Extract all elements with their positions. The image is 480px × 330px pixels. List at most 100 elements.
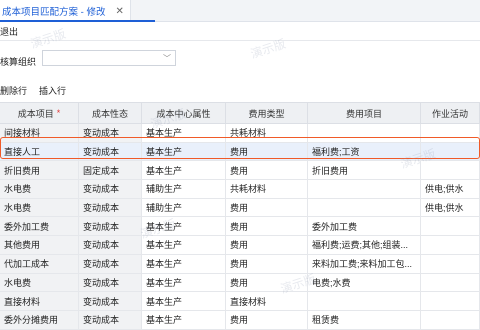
cell-activity[interactable] <box>421 310 480 329</box>
table-row[interactable]: 水电费 变动成本 基本生产 费用 电费;水费 <box>0 273 480 293</box>
cell-cost-center-attr[interactable]: 基本生产 <box>142 142 226 161</box>
cell-activity[interactable] <box>421 161 480 180</box>
cell-cost-item[interactable]: 水电费 <box>0 180 79 198</box>
watermark: 演示版 <box>248 36 288 62</box>
cell-cost-item[interactable]: 间接材料 <box>0 124 79 142</box>
cell-cost-behavior[interactable]: 变动成本 <box>79 180 142 198</box>
cell-cost-center-attr[interactable]: 基本生产 <box>142 161 226 180</box>
col-header-expense-item[interactable]: 费用项目 <box>308 103 421 123</box>
grid-header: 成本项目 * 成本性态 成本中心属性 费用类型 费用项目 作业活动 <box>0 102 480 124</box>
cell-cost-behavior[interactable]: 变动成本 <box>79 217 142 236</box>
cost-item-grid: 成本项目 * 成本性态 成本中心属性 费用类型 费用项目 作业活动 间接材料 变动成… <box>0 102 480 330</box>
cell-cost-behavior[interactable]: 变动成本 <box>79 310 142 329</box>
cell-cost-center-attr[interactable]: 基本生产 <box>142 292 226 310</box>
table-row[interactable]: 直接人工 变动成本 基本生产 费用 福利费;工资 <box>0 142 480 162</box>
cell-expense-type[interactable]: 共耗材料 <box>226 124 308 142</box>
cell-activity[interactable] <box>421 217 480 236</box>
table-row[interactable]: 水电费 变动成本 辅助生产 共耗材料 供电;供水 <box>0 180 480 199</box>
cell-cost-behavior[interactable]: 变动成本 <box>79 292 142 310</box>
cell-activity[interactable] <box>421 273 480 292</box>
cell-cost-center-attr[interactable]: 基本生产 <box>142 254 226 273</box>
cell-cost-item[interactable]: 委外加工费 <box>0 217 79 236</box>
insert-row-button[interactable]: 插入行 <box>39 84 66 97</box>
cell-expense-type[interactable]: 费用 <box>226 236 308 254</box>
exit-button[interactable]: 退出 <box>0 25 18 38</box>
table-row[interactable]: 直接材料 变动成本 基本生产 直接材料 <box>0 292 480 311</box>
cell-cost-center-attr[interactable]: 基本生产 <box>142 217 226 236</box>
cell-expense-type[interactable]: 费用 <box>226 217 308 236</box>
cell-cost-item[interactable]: 其他费用 <box>0 236 79 254</box>
cell-expense-item[interactable]: 福利费;工资 <box>308 142 421 161</box>
cell-expense-item[interactable] <box>308 292 421 310</box>
cell-cost-behavior[interactable]: 变动成本 <box>79 254 142 273</box>
cell-expense-item[interactable]: 来料加工费;来料加工包... <box>308 254 421 273</box>
cell-expense-item[interactable]: 委外加工费 <box>308 217 421 236</box>
watermark: 演示版 <box>28 26 68 52</box>
col-header-cost-item[interactable]: 成本项目 * <box>0 103 79 123</box>
row-actions: 删除行 插入行 <box>0 84 66 97</box>
cell-cost-center-attr[interactable]: 基本生产 <box>142 124 226 142</box>
cell-expense-item[interactable]: 福利费;运费;其他;组装... <box>308 236 421 254</box>
cell-cost-center-attr[interactable]: 基本生产 <box>142 273 226 292</box>
cell-cost-item[interactable]: 直接人工 <box>0 142 79 161</box>
cell-cost-item[interactable]: 代加工成本 <box>0 254 79 273</box>
table-row[interactable]: 委外分摊费用 变动成本 基本生产 费用 租赁费 <box>0 310 480 330</box>
org-label: 核算组织 <box>0 57 37 67</box>
cell-cost-center-attr[interactable]: 基本生产 <box>142 236 226 254</box>
cell-expense-type[interactable]: 共耗材料 <box>226 180 308 198</box>
cell-cost-behavior[interactable]: 变动成本 <box>79 142 142 161</box>
cell-activity[interactable] <box>421 292 480 310</box>
cell-cost-item[interactable]: 折旧费用 <box>0 161 79 180</box>
cell-expense-type[interactable]: 直接材料 <box>226 292 308 310</box>
cell-expense-item[interactable] <box>308 124 421 142</box>
cell-cost-item[interactable]: 直接材料 <box>0 292 79 310</box>
cell-cost-behavior[interactable]: 变动成本 <box>79 236 142 254</box>
delete-row-button[interactable]: 删除行 <box>0 84 27 97</box>
cell-cost-center-attr[interactable]: 辅助生产 <box>142 180 226 198</box>
cell-cost-behavior[interactable]: 变动成本 <box>79 273 142 292</box>
cell-expense-type[interactable]: 费用 <box>226 161 308 180</box>
cell-expense-type[interactable]: 费用 <box>226 198 308 217</box>
cell-activity[interactable]: 供电;供水 <box>421 198 480 217</box>
close-icon[interactable]: ✕ <box>115 6 123 17</box>
cell-cost-item[interactable]: 水电费 <box>0 198 79 217</box>
cell-expense-item[interactable]: 租赁费 <box>308 310 421 329</box>
cell-activity[interactable] <box>421 254 480 273</box>
table-row[interactable]: 水电费 变动成本 辅助生产 费用 供电;供水 <box>0 198 480 218</box>
cell-activity[interactable]: 供电;供水 <box>421 180 480 198</box>
cell-expense-type[interactable]: 费用 <box>226 273 308 292</box>
cell-cost-center-attr[interactable]: 基本生产 <box>142 310 226 329</box>
table-row[interactable]: 其他费用 变动成本 基本生产 费用 福利费;运费;其他;组装... <box>0 236 480 255</box>
cell-expense-type[interactable]: 费用 <box>226 310 308 329</box>
cell-expense-type[interactable]: 费用 <box>226 254 308 273</box>
tab-bar: 成本项目匹配方案 - 修改 ✕ <box>0 0 480 22</box>
tab-title: 成本项目匹配方案 - 修改 <box>2 7 106 18</box>
table-row[interactable]: 代加工成本 变动成本 基本生产 费用 来料加工费;来料加工包... <box>0 254 480 274</box>
table-row[interactable]: 委外加工费 变动成本 基本生产 费用 委外加工费 <box>0 217 480 237</box>
org-select[interactable]: ﹀ <box>42 50 176 66</box>
cell-expense-item[interactable]: 折旧费用 <box>308 161 421 180</box>
cell-expense-item[interactable]: 电费;水费 <box>308 273 421 292</box>
cell-cost-center-attr[interactable]: 辅助生产 <box>142 198 226 217</box>
cell-expense-type[interactable]: 费用 <box>226 142 308 161</box>
toolbar-divider <box>0 40 480 41</box>
cell-activity[interactable] <box>421 142 480 161</box>
required-mark: * <box>56 108 61 118</box>
col-header-expense-type[interactable]: 费用类型 <box>226 103 308 123</box>
cell-expense-item[interactable] <box>308 180 421 198</box>
cell-cost-item[interactable]: 委外分摊费用 <box>0 310 79 329</box>
col-header-activity[interactable]: 作业活动 <box>421 103 480 123</box>
chevron-down-icon: ﹀ <box>163 54 171 63</box>
col-header-cost-center-attr[interactable]: 成本中心属性 <box>142 103 226 123</box>
table-row[interactable]: 间接材料 变动成本 基本生产 共耗材料 <box>0 124 480 143</box>
cell-activity[interactable] <box>421 124 480 142</box>
cell-cost-behavior[interactable]: 变动成本 <box>79 124 142 142</box>
cell-expense-item[interactable] <box>308 198 421 217</box>
cell-cost-behavior[interactable]: 变动成本 <box>79 198 142 217</box>
table-row[interactable]: 折旧费用 固定成本 基本生产 费用 折旧费用 <box>0 161 480 181</box>
cell-cost-behavior[interactable]: 固定成本 <box>79 161 142 180</box>
tab-cost-item-matching[interactable]: 成本项目匹配方案 - 修改 ✕ <box>0 0 131 22</box>
cell-activity[interactable] <box>421 236 480 254</box>
cell-cost-item[interactable]: 水电费 <box>0 273 79 292</box>
col-header-cost-behavior[interactable]: 成本性态 <box>79 103 142 123</box>
